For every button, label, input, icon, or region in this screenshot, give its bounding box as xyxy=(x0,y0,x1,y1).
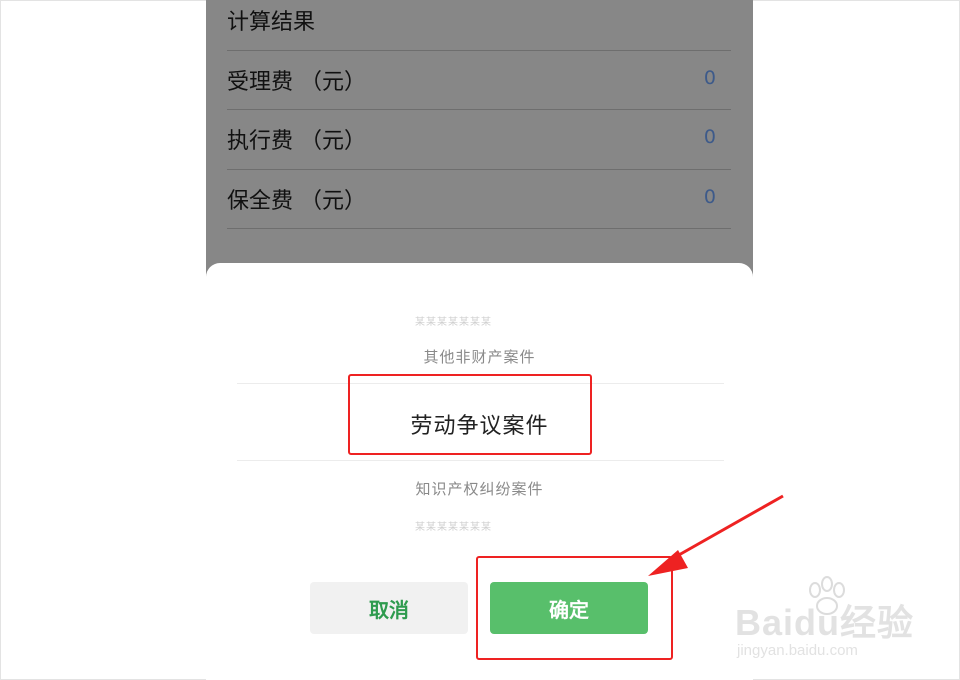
baidu-watermark: Baidu经验 jingyan.baidu.com xyxy=(733,576,933,668)
watermark-url: jingyan.baidu.com xyxy=(737,642,858,659)
preservation-fee-value: 0 xyxy=(703,186,716,208)
watermark-brand: Baidu经验 xyxy=(735,602,915,643)
preservation-fee-label: 保全费 （元） xyxy=(227,189,366,214)
picker-item-faded[interactable]: 某某某某某某某 xyxy=(415,313,492,328)
picker-item-faded[interactable]: 某某某某某某某 xyxy=(415,518,492,533)
execution-fee-label: 执行费 （元） xyxy=(227,129,366,154)
divider xyxy=(227,228,731,229)
picker-selection-line-bottom xyxy=(237,460,724,461)
picker-item[interactable]: 其他非财产案件 xyxy=(206,346,753,367)
divider xyxy=(227,169,731,170)
highlight-selected-item xyxy=(348,374,592,455)
execution-fee-value: 0 xyxy=(703,126,716,148)
acceptance-fee-value: 0 xyxy=(703,67,716,89)
divider xyxy=(227,109,731,110)
acceptance-fee-label: 受理费 （元） xyxy=(227,70,366,95)
annotation-arrow-icon xyxy=(648,494,784,576)
cancel-button[interactable]: 取消 xyxy=(310,582,468,634)
divider xyxy=(227,50,731,51)
results-title: 计算结果 xyxy=(227,10,316,35)
